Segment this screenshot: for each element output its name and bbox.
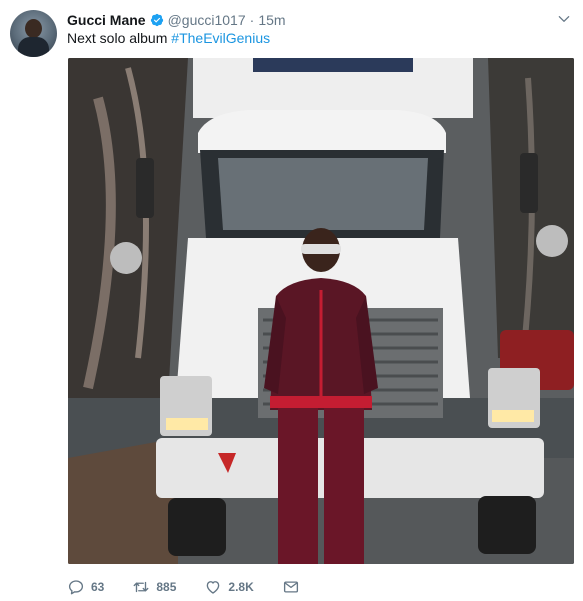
envelope-icon <box>283 581 298 593</box>
like-button[interactable]: 2.8K <box>204 578 254 596</box>
tweet-text-body: Next solo album <box>67 30 172 46</box>
photo-truck-illustration <box>68 58 574 564</box>
tweet-header: Gucci Mane @gucci1017 · 15m <box>67 10 286 30</box>
tweet-text: Next solo album #TheEvilGenius <box>67 29 270 47</box>
tweet: Gucci Mane @gucci1017 · 15m Next solo al… <box>0 0 583 601</box>
author-name[interactable]: Gucci Mane <box>67 12 146 28</box>
reply-count: 63 <box>91 580 105 594</box>
tweet-photo[interactable] <box>68 58 574 564</box>
tweet-actions: 63 885 2.8K <box>67 577 328 597</box>
verified-badge-icon <box>150 13 163 27</box>
like-count: 2.8K <box>228 580 254 594</box>
reply-button[interactable]: 63 <box>67 578 104 596</box>
hashtag-link[interactable]: #TheEvilGenius <box>171 30 270 46</box>
avatar[interactable] <box>10 10 57 57</box>
retweet-button[interactable]: 885 <box>132 578 176 596</box>
separator-dot: · <box>249 12 255 28</box>
retweet-count: 885 <box>156 580 177 594</box>
direct-message-button[interactable] <box>282 578 300 596</box>
timestamp[interactable]: 15m <box>258 12 285 28</box>
heart-icon <box>207 581 220 594</box>
reply-icon <box>68 580 84 595</box>
author-handle[interactable]: @gucci1017 <box>168 12 246 28</box>
retweet-icon <box>133 581 149 593</box>
chevron-down-icon[interactable] <box>557 12 571 26</box>
